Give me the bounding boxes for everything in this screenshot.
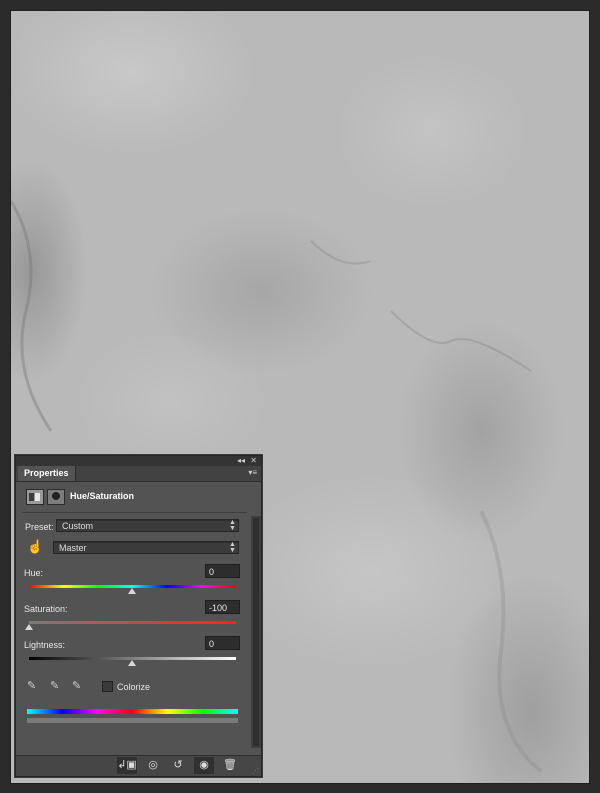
lightness-label: Lightness: xyxy=(24,640,66,650)
scrollbar-track[interactable] xyxy=(253,518,259,746)
clip-to-layer-icon[interactable]: ↲▣ xyxy=(117,757,137,774)
adjustment-title-row: Hue/Saturation xyxy=(24,487,254,507)
output-color-spectrum xyxy=(27,718,238,723)
panel-title-bar[interactable]: ◂◂ ✕ xyxy=(16,456,261,466)
adjustment-layer-icon[interactable] xyxy=(26,489,44,505)
panel-footer: ↲▣ ◎ ↺ ◉ 🗑 ⋰ xyxy=(16,755,261,776)
hue-slider-thumb[interactable] xyxy=(128,588,136,594)
trash-icon[interactable]: 🗑 xyxy=(220,757,240,774)
view-previous-state-icon[interactable]: ◎ xyxy=(143,757,163,774)
adjustment-title: Hue/Saturation xyxy=(70,491,135,501)
channel-dropdown[interactable]: Master ▲ ▼ xyxy=(53,541,239,554)
panel-tab-bar: Properties ▾≡ xyxy=(16,466,261,482)
double-chevron-left-icon[interactable]: ◂◂ xyxy=(237,456,245,466)
channel-value: Master xyxy=(59,543,87,553)
targeted-adjustment-hand-icon[interactable]: ☝ xyxy=(27,539,43,554)
preset-label: Preset: xyxy=(25,522,54,532)
properties-panel: ◂◂ ✕ Properties ▾≡ Hue/Saturation Preset… xyxy=(15,455,262,777)
hue-label: Hue: xyxy=(24,568,44,578)
saturation-slider-thumb[interactable] xyxy=(25,624,33,630)
saturation-slider[interactable] xyxy=(29,621,236,624)
saturation-label: Saturation: xyxy=(24,604,68,614)
panel-scrollbar[interactable] xyxy=(251,516,261,748)
eyedropper-plus-icon[interactable]: ✎ xyxy=(50,679,62,693)
eyedropper-minus-icon[interactable]: ✎ xyxy=(72,679,84,693)
colorize-label: Colorize xyxy=(117,682,151,692)
preset-value: Custom xyxy=(62,521,94,531)
divider xyxy=(22,512,247,513)
resize-grip-icon[interactable]: ⋰ xyxy=(252,768,259,775)
lightness-slider-thumb[interactable] xyxy=(128,660,136,666)
saturation-input[interactable]: -100 xyxy=(205,600,240,614)
colorize-checkbox[interactable] xyxy=(102,681,113,692)
eye-icon[interactable]: ◉ xyxy=(194,757,214,774)
up-down-arrows-icon: ▲ ▼ xyxy=(229,519,236,532)
panel-menu-icon[interactable]: ▾≡ xyxy=(248,468,257,478)
up-down-arrows-icon: ▲ ▼ xyxy=(229,541,236,554)
hue-input[interactable]: 0 xyxy=(205,564,240,578)
tab-properties[interactable]: Properties xyxy=(18,466,76,481)
close-icon[interactable]: ✕ xyxy=(250,456,257,466)
lightness-input[interactable]: 0 xyxy=(205,636,240,650)
layer-mask-icon[interactable] xyxy=(47,489,65,505)
reset-icon[interactable]: ↺ xyxy=(168,757,188,774)
eyedropper-icon[interactable]: ✎ xyxy=(27,679,39,693)
preset-dropdown[interactable]: Custom ▲ ▼ xyxy=(56,519,239,532)
input-color-spectrum xyxy=(27,709,238,714)
